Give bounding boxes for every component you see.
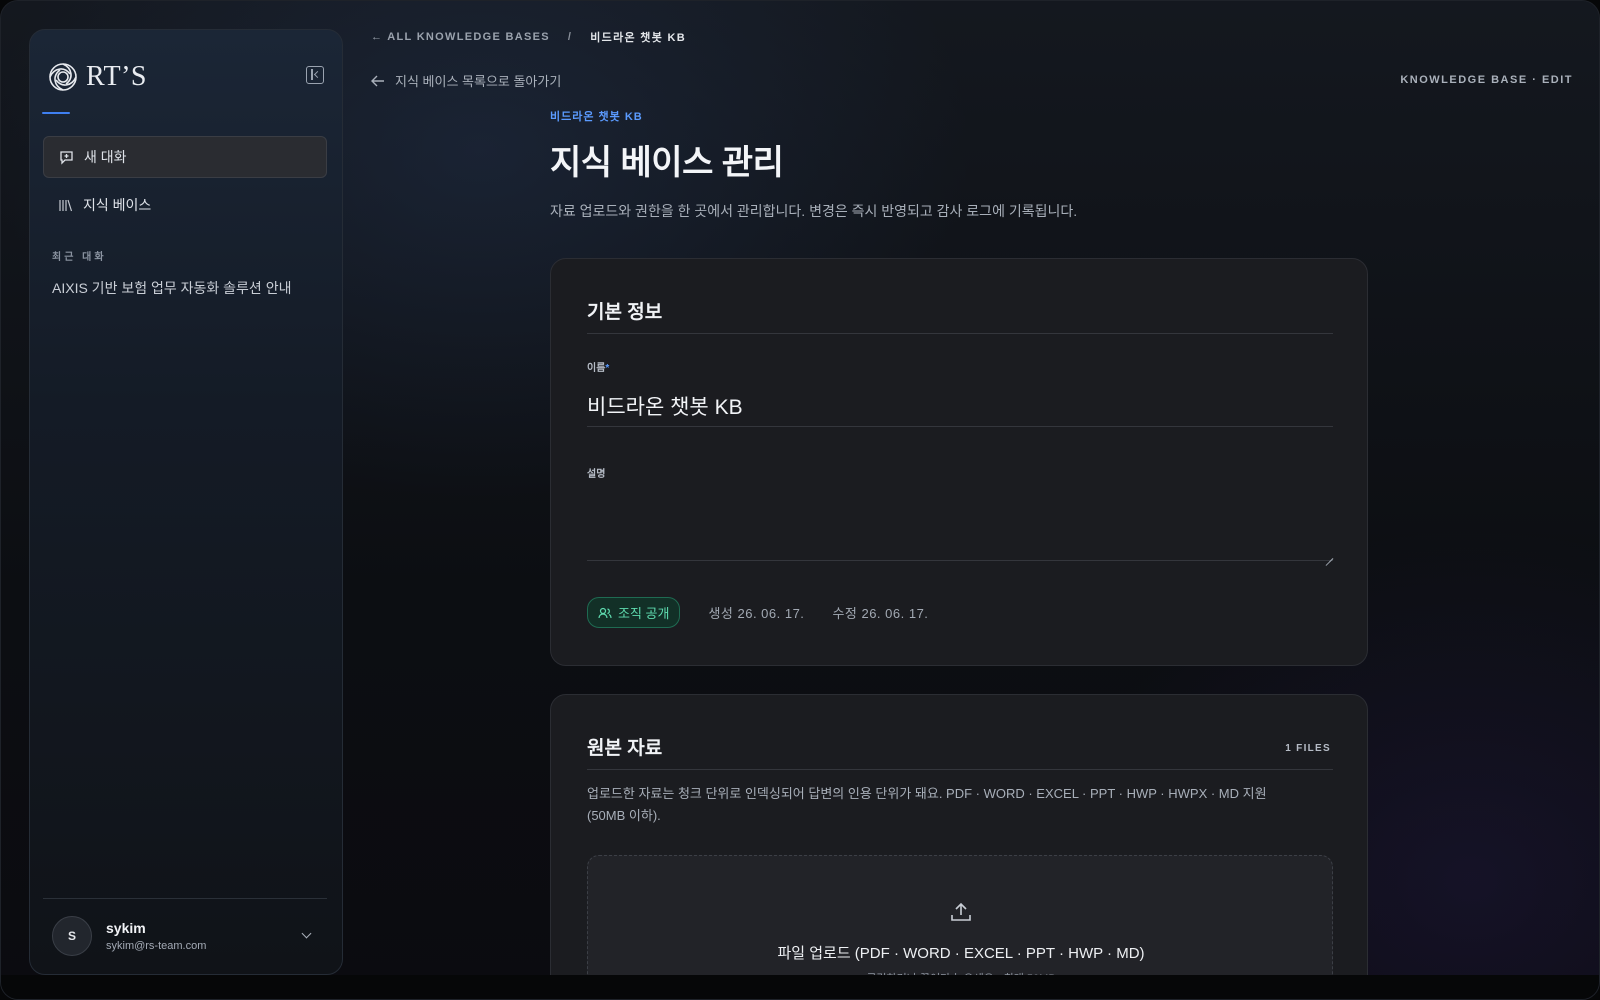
modified-date: 수정 26. 06. 17. bbox=[832, 606, 929, 621]
sources-description: 업로드한 자료는 청크 단위로 인덱싱되어 답변의 인용 단위가 돼요. PDF… bbox=[587, 786, 1267, 823]
resize-handle-icon[interactable] bbox=[1325, 551, 1333, 559]
avatar: S bbox=[52, 916, 92, 956]
back-to-list-link[interactable]: 지식 베이스 목록으로 돌아가기 bbox=[371, 71, 561, 90]
spiral-logo-icon bbox=[49, 63, 77, 91]
meta-row: 조직 공개 생성 26. 06. 17. 수정 26. 06. 17. bbox=[587, 597, 928, 628]
user-email: sykim@rs-team.com bbox=[106, 940, 207, 952]
page-kicker: 비드라온 챗봇 KB bbox=[550, 111, 643, 123]
panel-collapse-icon[interactable] bbox=[306, 66, 324, 84]
name-input[interactable] bbox=[587, 385, 1333, 427]
description-input[interactable] bbox=[587, 485, 1333, 561]
card-title: 원본 자료 bbox=[587, 738, 663, 759]
arrow-left-icon bbox=[371, 75, 384, 86]
divider bbox=[587, 333, 1333, 334]
breadcrumb-current: 비드라온 챗봇 KB bbox=[590, 32, 686, 44]
source-files-card: 원본 자료 1 FILES 업로드한 자료는 청크 단위로 인덱싱되어 답변의 … bbox=[550, 694, 1368, 999]
divider bbox=[43, 898, 327, 899]
upload-label: 파일 업로드 (PDF · WORD · EXCEL · PPT · HWP ·… bbox=[777, 945, 1145, 962]
sidebar-item-label: 새 대화 bbox=[84, 149, 127, 165]
page-description: 자료 업로드와 권한을 한 곳에서 관리합니다. 변경은 즉시 반영되고 감사 … bbox=[550, 203, 1078, 219]
basic-info-card: 기본 정보 이름* 설명 조직 공개 생성 26. 06. 17. 수정 26.… bbox=[550, 258, 1368, 666]
users-icon bbox=[598, 607, 612, 618]
breadcrumb: ← ALL KNOWLEDGE BASES / 비드라온 챗봇 KB bbox=[371, 29, 686, 45]
user-name: sykim bbox=[106, 920, 146, 936]
window-bottom-edge bbox=[1, 975, 1599, 999]
breadcrumb-separator: / bbox=[567, 31, 573, 43]
sidebar-item-label: 지식 베이스 bbox=[83, 197, 152, 213]
visibility-badge[interactable]: 조직 공개 bbox=[587, 597, 681, 628]
logo-accent-line bbox=[42, 112, 70, 114]
card-title: 기본 정보 bbox=[587, 302, 663, 323]
sidebar-item-new-chat[interactable]: 새 대화 bbox=[43, 136, 327, 178]
user-menu[interactable]: S sykim sykim@rs-team.com bbox=[52, 916, 322, 956]
files-count: 1 FILES bbox=[1285, 743, 1331, 754]
visibility-label: 조직 공개 bbox=[618, 606, 670, 621]
logo[interactable]: RT’S bbox=[46, 60, 147, 94]
upload-icon bbox=[951, 902, 971, 921]
app-window: RT’S 새 대화 지식 베이스 최근 대화 AIXIS 기반 보험 업무 자동… bbox=[0, 0, 1600, 1000]
new-chat-icon bbox=[58, 149, 74, 165]
sidebar-item-knowledge-base[interactable]: 지식 베이스 bbox=[43, 184, 327, 226]
back-link-label: 지식 베이스 목록으로 돌아가기 bbox=[395, 74, 562, 89]
breadcrumb-all-knowledge-bases[interactable]: ← ALL KNOWLEDGE BASES bbox=[371, 31, 550, 43]
created-date: 생성 26. 06. 17. bbox=[708, 606, 805, 621]
library-icon bbox=[57, 197, 73, 213]
recent-conversation-item[interactable]: AIXIS 기반 보험 업무 자동화 솔루션 안내 bbox=[52, 278, 291, 298]
name-label-text: 이름 bbox=[587, 363, 606, 374]
recent-section-label: 최근 대화 bbox=[52, 252, 107, 263]
divider bbox=[587, 769, 1333, 770]
required-mark: * bbox=[605, 363, 610, 374]
description-field-label: 설명 bbox=[587, 469, 606, 480]
sidebar: RT’S 새 대화 지식 베이스 최근 대화 AIXIS 기반 보험 업무 자동… bbox=[29, 29, 343, 975]
name-field-label: 이름* bbox=[587, 359, 609, 374]
logo-text: RT’S bbox=[86, 61, 147, 92]
page-mode-label: KNOWLEDGE BASE · EDIT bbox=[1400, 74, 1573, 86]
chevron-down-icon[interactable] bbox=[301, 928, 312, 939]
page-title: 지식 베이스 관리 bbox=[550, 144, 784, 182]
